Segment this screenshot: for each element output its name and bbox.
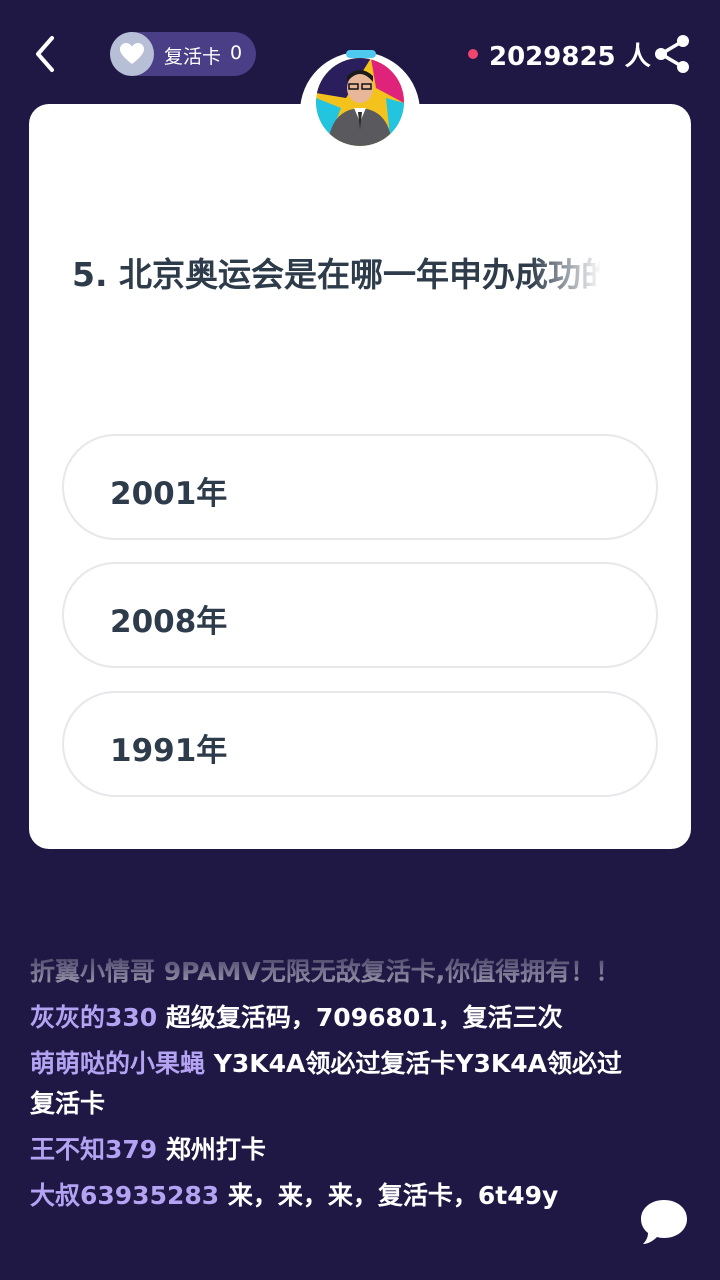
heart-icon	[120, 43, 144, 64]
live-indicator-dot	[468, 49, 478, 59]
answer-option-1[interactable]: 2001年	[62, 434, 658, 540]
share-button[interactable]	[650, 32, 694, 76]
chat-username: 王不知379	[30, 1135, 158, 1164]
revive-card-count: 0	[230, 42, 243, 64]
revive-card-label: 复活卡	[164, 46, 222, 68]
back-arrow-icon	[36, 36, 54, 72]
answer-option-3[interactable]: 1991年	[62, 691, 658, 797]
answer-option-label: 2001年	[110, 476, 228, 512]
chat-username: 大叔63935283	[30, 1181, 220, 1210]
viewer-count: 2029825 人	[489, 42, 651, 72]
chat-username: 灰灰的330	[30, 1003, 158, 1032]
comment-bubble-icon	[641, 1200, 687, 1244]
chat-message: 大叔63935283 来，来，来，复活卡，6t49y	[30, 1176, 630, 1216]
answer-option-label: 2008年	[110, 604, 228, 640]
chat-message: 王不知379 郑州打卡	[30, 1130, 630, 1170]
chat-feed: 折翼小情哥 9PAMV无限无敌复活卡,你值得拥有！！ 灰灰的330 超级复活码，…	[30, 952, 630, 1222]
back-button[interactable]	[28, 32, 68, 76]
revive-heart-circle	[110, 32, 154, 76]
chat-text: 来，来，来，复活卡，6t49y	[227, 1181, 559, 1210]
chat-message: 萌萌哒的小果蝇 Y3K4A领必过复活卡Y3K4A领必过复活卡	[30, 1044, 630, 1124]
chat-username: 萌萌哒的小果蝇	[30, 1049, 206, 1078]
host-avatar	[316, 58, 404, 146]
revive-card-badge[interactable]: 复活卡 0	[110, 32, 256, 76]
chat-text: 超级复活码，7096801，复活三次	[165, 1003, 563, 1032]
share-icon	[655, 35, 689, 73]
chat-message: 灰灰的330 超级复活码，7096801，复活三次	[30, 998, 630, 1038]
question-text: 5. 北京奥运会是在哪一年申办成功的？	[72, 255, 600, 294]
countdown-arc	[346, 50, 376, 58]
answer-option-label: 1991年	[110, 733, 228, 769]
question-text-fade	[530, 248, 602, 296]
chat-top-fade	[0, 940, 720, 980]
answer-option-2[interactable]: 2008年	[62, 562, 658, 668]
chat-text: 郑州打卡	[165, 1135, 266, 1164]
comment-button[interactable]	[638, 1196, 690, 1248]
